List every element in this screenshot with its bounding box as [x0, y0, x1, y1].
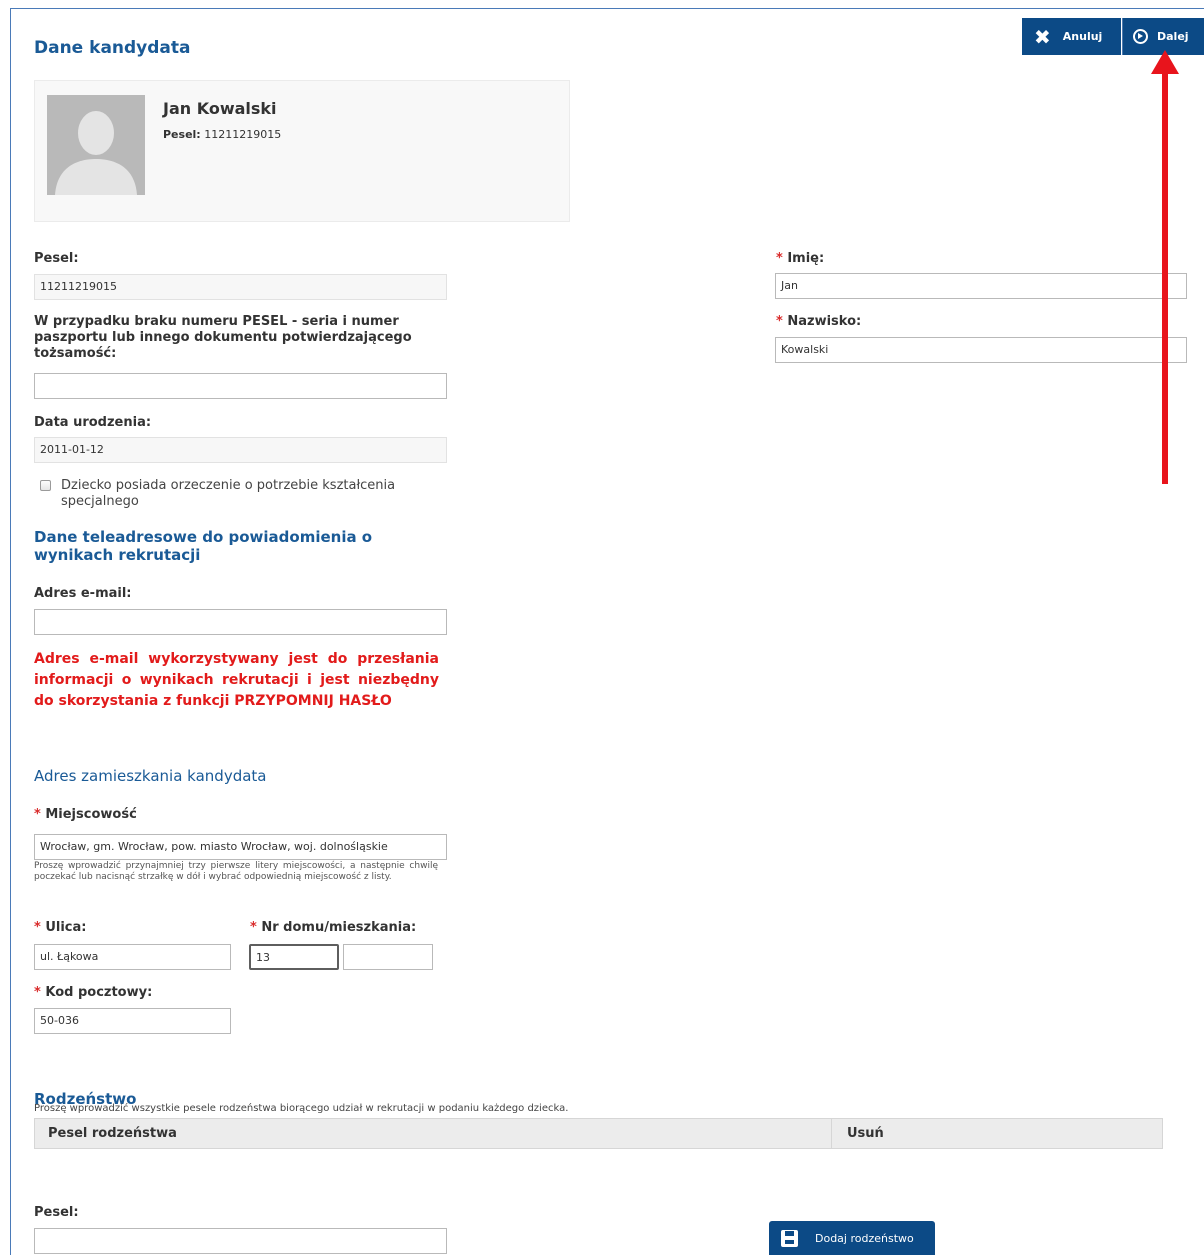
close-icon: ✖: [1034, 24, 1051, 49]
sibling-pesel-input[interactable]: [34, 1228, 447, 1254]
city-input[interactable]: Wrocław, gm. Wrocław, pow. miasto Wrocła…: [34, 834, 447, 860]
passport-input[interactable]: [34, 373, 447, 399]
add-sibling-button[interactable]: Dodaj rodzeństwo: [769, 1221, 935, 1255]
candidate-pesel: Pesel: 11211219015: [163, 128, 282, 141]
flat-number-input[interactable]: [343, 944, 433, 970]
house-number-input[interactable]: 13: [249, 944, 339, 970]
email-warning: Adres e-mail wykorzystywany jest do prze…: [34, 651, 439, 709]
next-circle-icon: [1133, 29, 1148, 44]
birthdate-input[interactable]: 2011-01-12: [34, 437, 447, 463]
passport-label: W przypadku braku numeru PESEL - seria i…: [34, 314, 412, 361]
special-needs-label: Dziecko posiada orzeczenie o potrzebie k…: [61, 478, 396, 509]
pesel-input[interactable]: 11211219015: [34, 274, 447, 300]
address-section-title: Adres zamieszkania kandydata: [34, 767, 267, 785]
contact-section-title: Dane teleadresowe do powiadomienia o wyn…: [34, 528, 373, 564]
pesel-label: Pesel:: [34, 251, 79, 266]
postal-code-input[interactable]: 50-036: [34, 1008, 231, 1034]
candidate-name: Jan Kowalski: [163, 99, 277, 118]
last-name-label: * Nazwisko:: [776, 314, 862, 329]
cancel-button[interactable]: ✖ Anuluj: [1022, 18, 1121, 55]
postal-label: * Kod pocztowy:: [34, 985, 153, 1000]
save-icon: [781, 1229, 798, 1247]
house-label: * Nr domu/mieszkania:: [250, 920, 417, 935]
first-name-input[interactable]: Jan: [775, 273, 1187, 299]
siblings-instruction: Proszę wprowadzić wszystkie pesele rodze…: [34, 1103, 569, 1114]
last-name-input[interactable]: Kowalski: [775, 337, 1187, 363]
city-hint: Proszę wprowadzić przynajmniej trzy pier…: [34, 861, 438, 882]
col-divider: [831, 1119, 832, 1148]
col-pesel-header: Pesel rodzeństwa: [48, 1126, 177, 1141]
street-label: * Ulica:: [34, 920, 87, 935]
sibling-pesel-label: Pesel:: [34, 1205, 79, 1220]
page-title: Dane kandydata: [34, 38, 191, 58]
city-label: * Miejscowość: [34, 807, 137, 822]
arrow-up-annotation: [1151, 50, 1179, 484]
avatar: [47, 95, 145, 195]
first-name-label: * Imię:: [776, 251, 825, 266]
email-input[interactable]: [34, 609, 447, 635]
special-needs-checkbox[interactable]: [40, 480, 51, 491]
siblings-table-header: Pesel rodzeństwa Usuń: [34, 1118, 1163, 1149]
email-label: Adres e-mail:: [34, 586, 132, 601]
birthdate-label: Data urodzenia:: [34, 415, 152, 430]
col-remove-header: Usuń: [847, 1126, 884, 1141]
street-input[interactable]: ul. Łąkowa: [34, 944, 231, 970]
